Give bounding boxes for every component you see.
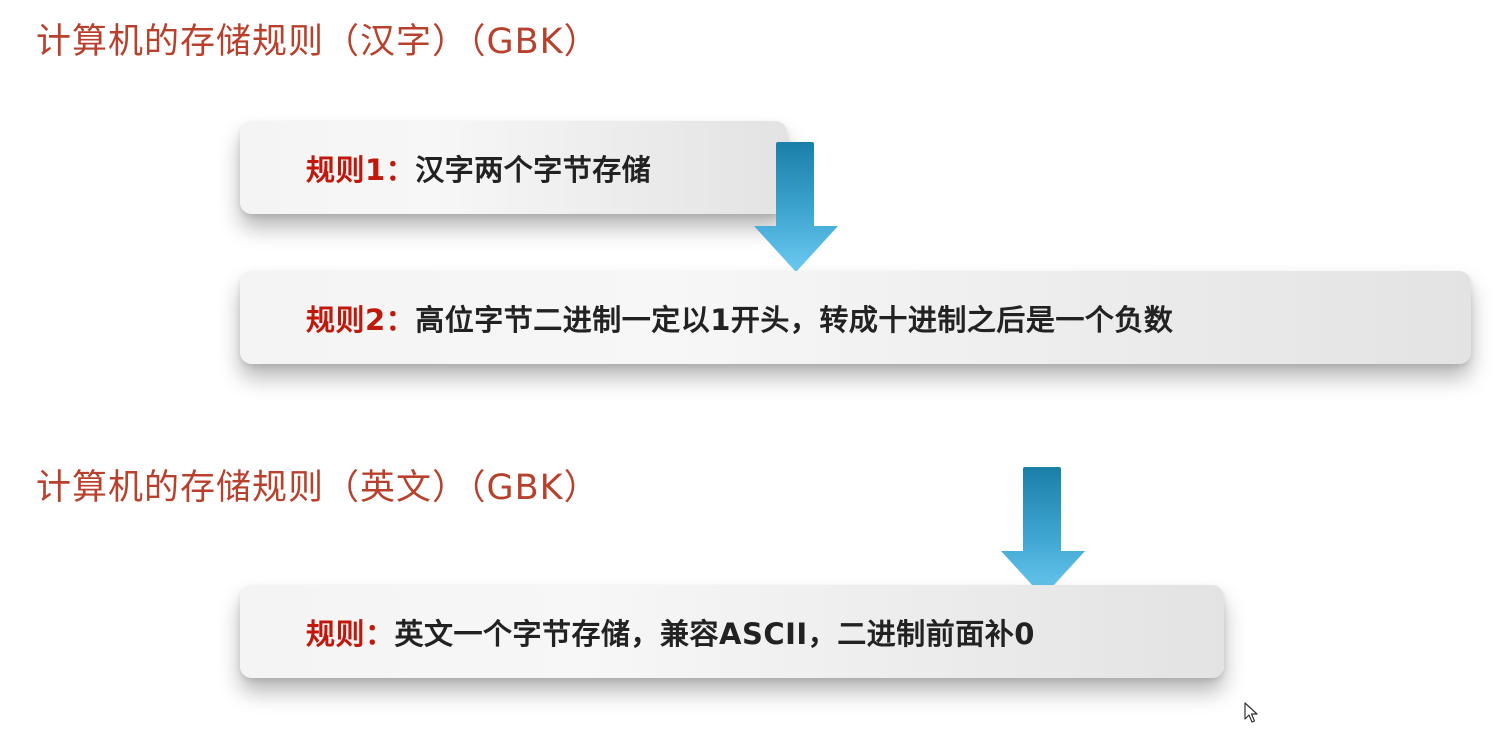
section-title-hanzi: 计算机的存储规则（汉字）（GBK）	[36, 22, 600, 62]
rule-card-3: 规则： 英文一个字节存储，兼容ASCII，二进制前面补0	[240, 585, 1224, 678]
rule-text: 汉字两个字节存储	[415, 152, 652, 187]
rule-label: 规则2：	[306, 302, 416, 337]
rule-text: 高位字节二进制一定以1开头，转成十进制之后是一个负数	[415, 302, 1174, 337]
arrow-down-icon	[754, 142, 838, 272]
rule-text: 英文一个字节存储，兼容ASCII，二进制前面补0	[394, 616, 1035, 651]
section-title-english: 计算机的存储规则（英文）（GBK）	[36, 468, 600, 508]
rule-card-1: 规则1： 汉字两个字节存储	[240, 121, 787, 214]
rule-label: 规则1：	[306, 152, 416, 187]
arrow-down-icon	[1001, 467, 1085, 597]
rule-card-2: 规则2： 高位字节二进制一定以1开头，转成十进制之后是一个负数	[240, 271, 1471, 364]
rule-label: 规则：	[306, 616, 395, 651]
mouse-pointer-icon	[1244, 702, 1258, 723]
